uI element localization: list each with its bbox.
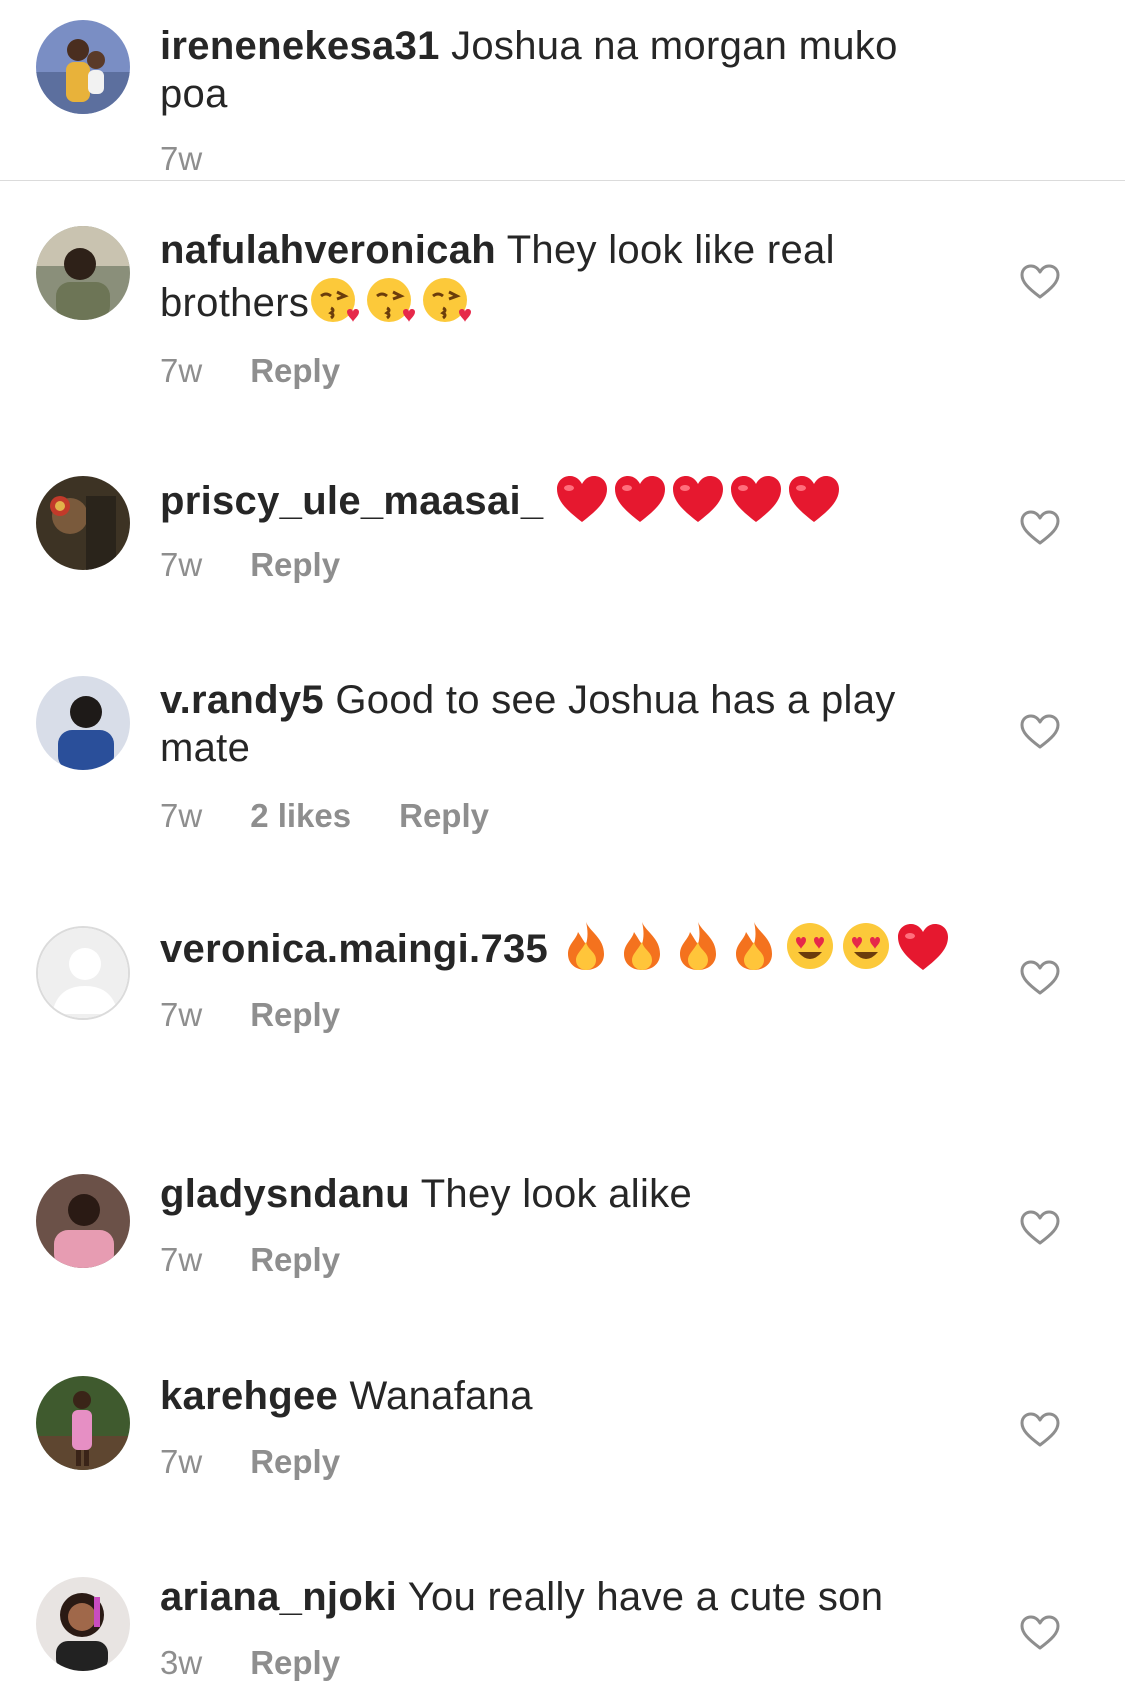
kissing-heart-emoji: [365, 274, 417, 326]
comment-body: [548, 927, 559, 971]
default-avatar-icon[interactable]: [36, 926, 130, 1020]
timestamp: 7w: [160, 1241, 203, 1278]
avatar[interactable]: [36, 1577, 130, 1671]
username[interactable]: ariana_njoki: [160, 1575, 397, 1619]
like-heart-icon[interactable]: [1020, 1615, 1060, 1651]
reply-button[interactable]: Reply: [399, 796, 489, 836]
username[interactable]: v.randy5: [160, 678, 324, 722]
heart-eyes-emoji: [784, 920, 836, 972]
likes-count[interactable]: 2 likes: [250, 796, 351, 836]
red-heart-emoji: [671, 474, 725, 524]
username[interactable]: priscy_ule_maasai_: [160, 479, 543, 523]
username[interactable]: karehgee: [160, 1374, 338, 1418]
comment-text: priscy_ule_maasai_: [160, 474, 960, 525]
avatar[interactable]: [36, 20, 130, 114]
like-heart-icon[interactable]: [1020, 714, 1060, 750]
kissing-heart-emoji: [309, 274, 361, 326]
timestamp: 7w: [160, 1443, 203, 1480]
timestamp: 7w: [160, 140, 203, 177]
kissing-heart-emoji: [421, 274, 473, 326]
timestamp: 7w: [160, 797, 203, 834]
fire-emoji: [560, 920, 612, 972]
red-heart-emoji: [555, 474, 609, 524]
comment-text: v.randy5 Good to see Joshua has a play m…: [160, 676, 960, 772]
reply-button[interactable]: Reply: [250, 1442, 340, 1482]
red-heart-emoji: [613, 474, 667, 524]
fire-emoji: [616, 920, 668, 972]
comment-body: You really have a cute son: [397, 1575, 884, 1619]
reply-button[interactable]: Reply: [250, 995, 340, 1035]
avatar[interactable]: [36, 226, 130, 320]
timestamp: 7w: [160, 996, 203, 1033]
comment-text: karehgee Wanafana: [160, 1372, 960, 1420]
reply-button[interactable]: Reply: [250, 351, 340, 391]
reply-button[interactable]: Reply: [250, 545, 340, 585]
comment-body: [543, 479, 554, 523]
post-caption: irenenekesa31 Joshua na morgan muko poa …: [0, 0, 1125, 181]
red-heart-emoji: [729, 474, 783, 524]
avatar[interactable]: [36, 476, 130, 570]
caption-text: irenenekesa31 Joshua na morgan muko poa: [160, 22, 960, 118]
comment-body: Wanafana: [338, 1374, 533, 1418]
red-heart-emoji: [787, 474, 841, 524]
username[interactable]: irenenekesa31: [160, 24, 440, 68]
comment-body: They look alike: [410, 1172, 692, 1216]
reply-button[interactable]: Reply: [250, 1643, 340, 1683]
reply-button[interactable]: Reply: [250, 1240, 340, 1280]
avatar[interactable]: [36, 1376, 130, 1470]
like-heart-icon[interactable]: [1020, 510, 1060, 546]
username[interactable]: nafulahveronicah: [160, 228, 496, 272]
like-heart-icon[interactable]: [1020, 1412, 1060, 1448]
avatar[interactable]: [36, 676, 130, 770]
fire-emoji: [728, 920, 780, 972]
like-heart-icon[interactable]: [1020, 960, 1060, 996]
timestamp: 7w: [160, 352, 203, 389]
like-heart-icon[interactable]: [1020, 264, 1060, 300]
heart-eyes-emoji: [840, 920, 892, 972]
avatar[interactable]: [36, 1174, 130, 1268]
comment-text: nafulahveronicah They look like real bro…: [160, 226, 960, 327]
like-heart-icon[interactable]: [1020, 1210, 1060, 1246]
fire-emoji: [672, 920, 724, 972]
username[interactable]: veronica.maingi.735: [160, 927, 548, 971]
red-heart-emoji: [896, 922, 950, 972]
timestamp: 7w: [160, 546, 203, 583]
timestamp: 3w: [160, 1644, 203, 1681]
comment-text: veronica.maingi.735: [160, 920, 960, 973]
username[interactable]: gladysndanu: [160, 1172, 410, 1216]
comment-text: ariana_njoki You really have a cute son: [160, 1573, 960, 1621]
comment-text: gladysndanu They look alike: [160, 1170, 960, 1218]
